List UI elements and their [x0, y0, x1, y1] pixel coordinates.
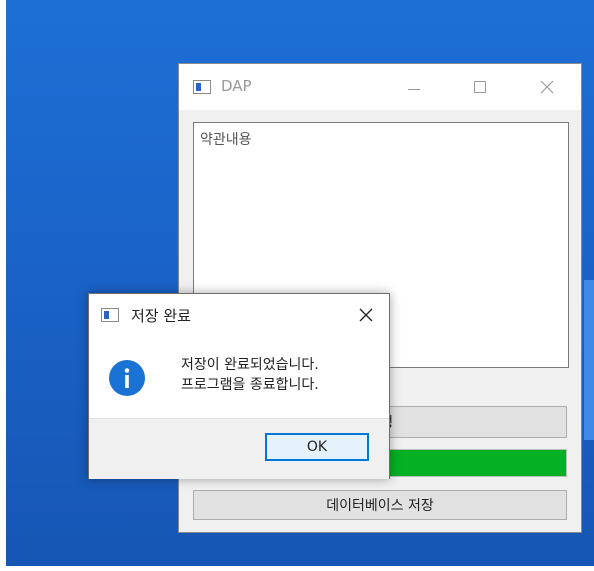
ok-button[interactable]: OK [265, 433, 369, 461]
save-database-button-label: 데이터베이스 저장 [326, 498, 434, 514]
dialog-message: 저장이 완료되었습니다. 프로그램을 종료합니다. [181, 355, 319, 395]
dialog-footer: OK [89, 418, 389, 479]
close-icon [540, 80, 554, 94]
desktop-edge [584, 280, 594, 440]
dialog-message-line-1: 저장이 완료되었습니다. [181, 357, 319, 373]
dialog-title: 저장 완료 [131, 307, 191, 325]
ok-button-label: OK [306, 439, 328, 455]
dialog-message-line-2: 프로그램을 종료합니다. [181, 377, 319, 393]
dialog-titlebar[interactable]: 저장 완료 [89, 294, 389, 334]
info-icon [109, 360, 145, 396]
main-window-title: DAP [221, 77, 252, 95]
dialog-close-button[interactable] [351, 302, 381, 328]
save-complete-dialog: 저장 완료 저장이 완료되었습니다. 프로그램을 종료합니다. OK [88, 293, 390, 479]
minimize-button[interactable] [394, 72, 434, 102]
close-icon [359, 308, 373, 322]
dialog-window-icon [101, 308, 119, 322]
maximize-icon [474, 81, 486, 93]
save-database-button[interactable]: 데이터베이스 저장 [193, 490, 567, 520]
app-window-icon [193, 80, 211, 94]
maximize-button[interactable] [460, 72, 500, 102]
main-titlebar[interactable]: DAP [179, 64, 581, 110]
close-button[interactable] [527, 72, 567, 102]
minimize-icon [408, 88, 420, 90]
terms-text: 약관내용 [200, 132, 252, 148]
